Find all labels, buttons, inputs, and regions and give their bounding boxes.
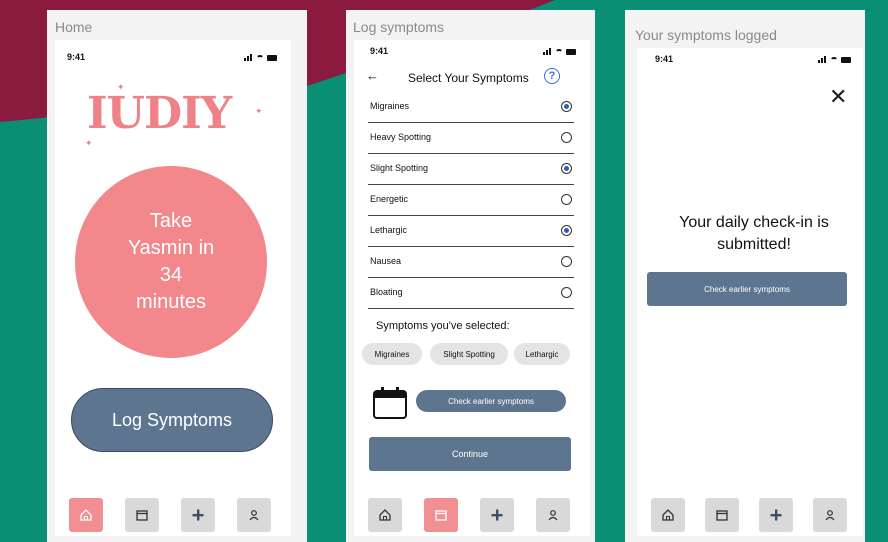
status-icons bbox=[543, 47, 576, 55]
symptom-row[interactable]: Heavy Spotting bbox=[368, 123, 574, 154]
page-title: Select Your Symptoms bbox=[408, 71, 529, 85]
symptom-row[interactable]: Bloating bbox=[368, 278, 574, 309]
symptom-label: Lethargic bbox=[370, 225, 408, 235]
calendar-icon bbox=[136, 510, 148, 521]
battery-icon bbox=[841, 57, 851, 63]
phone-done: 9:41 ✕ Your daily check-in is submitted!… bbox=[637, 48, 863, 536]
symptom-radio[interactable] bbox=[561, 163, 572, 174]
nav-profile-button[interactable] bbox=[813, 498, 847, 532]
status-time: 9:41 bbox=[655, 54, 674, 64]
symptom-radio[interactable] bbox=[561, 194, 572, 205]
nav-home-button[interactable] bbox=[651, 498, 685, 532]
plus-icon bbox=[770, 509, 782, 521]
wifi-icon bbox=[555, 49, 563, 55]
symptom-list: Migraines Heavy Spotting Slight Spotting… bbox=[368, 92, 574, 312]
status-time: 9:41 bbox=[67, 52, 86, 62]
signal-icon bbox=[244, 43, 253, 61]
symptom-row[interactable]: Energetic bbox=[368, 185, 574, 216]
confirmation-message: Your daily check-in is submitted! bbox=[679, 214, 829, 253]
divider bbox=[368, 307, 574, 309]
nav-profile-button[interactable] bbox=[237, 498, 271, 532]
sparkle-icon: ✦ bbox=[85, 138, 93, 148]
battery-icon bbox=[566, 49, 576, 55]
symptom-label: Heavy Spotting bbox=[370, 132, 432, 142]
symptom-label: Bloating bbox=[370, 287, 403, 297]
frame-home: Home 9:41 ✦ ✦ ✦ IUDIY Take Yasmin in 34 … bbox=[47, 10, 307, 542]
close-icon[interactable]: ✕ bbox=[829, 86, 847, 108]
signal-icon bbox=[818, 45, 827, 63]
symptom-radio[interactable] bbox=[561, 256, 572, 267]
symptom-radio[interactable] bbox=[561, 132, 572, 143]
nav-home-button[interactable] bbox=[368, 498, 402, 532]
log-symptoms-button[interactable]: Log Symptoms bbox=[71, 388, 273, 452]
plus-icon bbox=[192, 509, 204, 521]
check-earlier-symptoms-button[interactable]: Check earlier symptoms bbox=[647, 272, 847, 306]
nav-profile-button[interactable] bbox=[536, 498, 570, 532]
nav-add-button[interactable] bbox=[759, 498, 793, 532]
frame-log-symptoms: Log symptoms 9:41 ← Select Your Symptoms… bbox=[346, 10, 595, 542]
nav-calendar-button[interactable] bbox=[424, 498, 458, 532]
symptom-row[interactable]: Migraines bbox=[368, 92, 574, 123]
frame-label-done: Your symptoms logged bbox=[635, 27, 777, 43]
frame-symptoms-logged: Your symptoms logged 9:41 ✕ Your daily c… bbox=[625, 10, 865, 542]
app-logo: IUDIY bbox=[87, 88, 232, 139]
calendar-icon bbox=[716, 510, 728, 521]
symptom-radio[interactable] bbox=[561, 287, 572, 298]
phone-log: 9:41 ← Select Your Symptoms ? Migraines … bbox=[354, 40, 590, 536]
plus-icon bbox=[491, 509, 503, 521]
symptom-radio[interactable] bbox=[561, 225, 572, 236]
wifi-icon bbox=[830, 57, 838, 63]
frame-label-home: Home bbox=[55, 19, 93, 35]
help-icon[interactable]: ? bbox=[544, 68, 560, 84]
continue-button[interactable]: Continue bbox=[369, 437, 571, 471]
profile-icon bbox=[825, 510, 835, 521]
nav-calendar-button[interactable] bbox=[125, 498, 159, 532]
selected-chip[interactable]: Lethargic bbox=[514, 343, 570, 365]
calendar-icon[interactable] bbox=[372, 386, 408, 420]
home-icon bbox=[662, 509, 674, 521]
reminder-text: Take Yasmin in 34 minutes bbox=[127, 210, 215, 313]
symptom-label: Migraines bbox=[370, 101, 410, 111]
battery-icon bbox=[267, 55, 277, 61]
symptom-radio[interactable] bbox=[561, 101, 572, 112]
sparkle-icon: ✦ bbox=[255, 106, 263, 116]
nav-add-button[interactable] bbox=[480, 498, 514, 532]
home-icon bbox=[379, 509, 391, 521]
symptom-row[interactable]: Nausea bbox=[368, 247, 574, 278]
status-icons bbox=[818, 55, 851, 63]
nav-home-button[interactable] bbox=[69, 498, 103, 532]
status-icons bbox=[244, 53, 277, 61]
profile-icon bbox=[249, 510, 259, 521]
status-time: 9:41 bbox=[370, 46, 389, 56]
phone-home: 9:41 ✦ ✦ ✦ IUDIY Take Yasmin in 34 minut… bbox=[55, 40, 291, 536]
home-icon bbox=[80, 509, 92, 521]
calendar-icon bbox=[435, 510, 447, 521]
reminder-circle: Take Yasmin in 34 minutes bbox=[75, 166, 267, 358]
signal-icon bbox=[543, 37, 552, 55]
symptom-row[interactable]: Slight Spotting bbox=[368, 154, 574, 185]
symptom-label: Nausea bbox=[370, 256, 402, 266]
frame-label-log: Log symptoms bbox=[353, 19, 445, 35]
selected-chip[interactable]: Slight Spotting bbox=[430, 343, 508, 365]
selected-chip[interactable]: Migraines bbox=[362, 343, 422, 365]
check-earlier-symptoms-button[interactable]: Check earlier symptoms bbox=[416, 390, 566, 412]
symptom-label: Energetic bbox=[370, 194, 409, 204]
profile-icon bbox=[548, 510, 558, 521]
wifi-icon bbox=[256, 55, 264, 61]
selected-symptoms-title: Symptoms you've selected: bbox=[376, 320, 510, 332]
symptom-row[interactable]: Lethargic bbox=[368, 216, 574, 247]
nav-add-button[interactable] bbox=[181, 498, 215, 532]
symptom-label: Slight Spotting bbox=[370, 163, 429, 173]
back-arrow-icon[interactable]: ← bbox=[366, 68, 379, 83]
nav-calendar-button[interactable] bbox=[705, 498, 739, 532]
